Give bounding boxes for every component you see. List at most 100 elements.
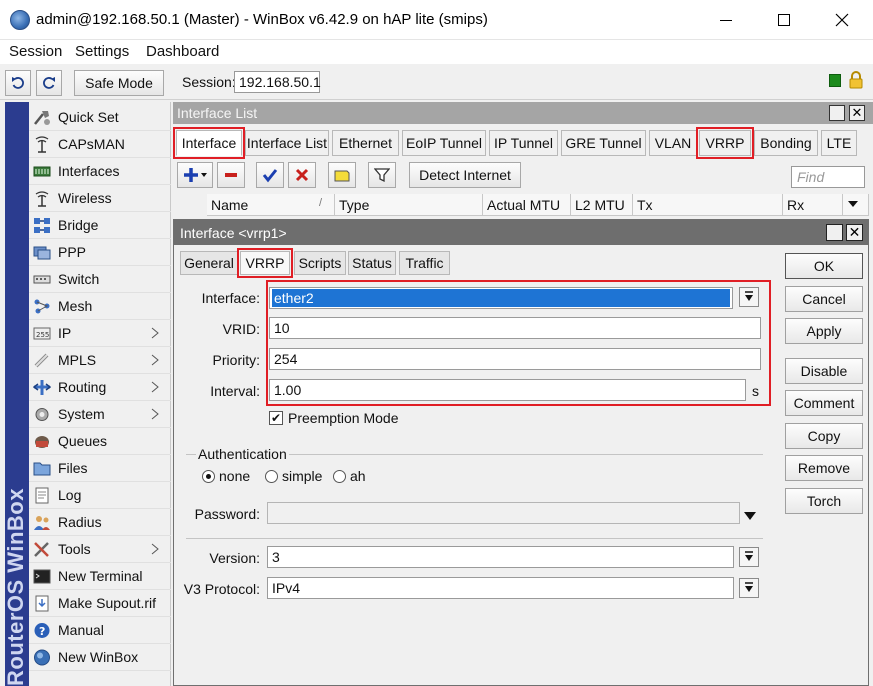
tab-eoip-tunnel[interactable]: EoIP Tunnel — [402, 130, 486, 156]
v3-protocol-select[interactable]: IPv4 — [267, 577, 734, 599]
tab-ip-tunnel[interactable]: IP Tunnel — [489, 130, 558, 156]
tab-vrrp[interactable]: VRRP — [237, 248, 293, 278]
session-field[interactable]: 192.168.50.1 — [234, 71, 321, 93]
interval-input[interactable]: 1.00 — [269, 379, 746, 401]
sidebar-item-switch[interactable]: Switch — [29, 266, 171, 293]
plus-icon — [184, 168, 207, 182]
interface-label: Interface: — [201, 290, 260, 306]
password-input[interactable] — [267, 502, 740, 524]
minus-icon — [225, 173, 237, 177]
restore-button[interactable] — [829, 105, 845, 121]
sidebar-item-mesh[interactable]: Mesh — [29, 293, 171, 320]
comment-button[interactable]: Comment — [785, 390, 863, 416]
torch-button[interactable]: Torch — [785, 488, 863, 514]
minimize-icon — [720, 19, 732, 21]
sidebar-item-wireless[interactable]: Wireless — [29, 185, 171, 212]
tab-interface[interactable]: Interface — [173, 127, 245, 159]
interface-dropdown-button[interactable] — [739, 287, 759, 307]
find-input[interactable]: Find — [791, 166, 865, 188]
auth-simple-radio[interactable] — [265, 470, 278, 483]
sidebar-item-label: System — [58, 406, 105, 422]
menu-session[interactable]: Session — [9, 43, 62, 60]
column-header-tx[interactable]: Tx — [633, 194, 783, 216]
sidebar-item-label: MPLS — [58, 352, 97, 368]
sidebar-item-log[interactable]: Log — [29, 482, 171, 509]
sidebar-item-new-terminal[interactable]: New Terminal — [29, 563, 171, 590]
undo-button[interactable] — [5, 70, 31, 96]
tab-gre-tunnel[interactable]: GRE Tunnel — [561, 130, 646, 156]
auth-none-radio[interactable] — [202, 470, 215, 483]
sidebar-item-routing[interactable]: Routing — [29, 374, 171, 401]
column-header-name[interactable]: Name / — [207, 194, 335, 216]
disable-button[interactable] — [288, 162, 316, 188]
minimize-button[interactable] — [697, 0, 755, 40]
comment-button[interactable] — [328, 162, 356, 188]
menu-settings[interactable]: Settings — [75, 43, 129, 60]
column-header-type[interactable]: Type — [335, 194, 483, 216]
tab-general[interactable]: General — [180, 251, 238, 275]
remove-button[interactable]: Remove — [785, 455, 863, 481]
tab-status[interactable]: Status — [348, 251, 396, 275]
add-button[interactable] — [177, 162, 213, 188]
sidebar-item-bridge[interactable]: Bridge — [29, 212, 171, 239]
tab-traffic[interactable]: Traffic — [399, 251, 450, 275]
apply-button[interactable]: Apply — [785, 318, 863, 344]
sidebar-item-quick-set[interactable]: Quick Set — [29, 104, 171, 131]
tab-vlan[interactable]: VLAN — [649, 130, 697, 156]
sidebar-item-make-supout[interactable]: Make Supout.rif — [29, 590, 171, 617]
auth-ah-radio[interactable] — [333, 470, 346, 483]
sidebar-item-new-winbox[interactable]: New WinBox — [29, 644, 171, 671]
close-button[interactable]: ✕ — [846, 224, 863, 241]
sidebar-item-radius[interactable]: Radius — [29, 509, 171, 536]
redo-button[interactable] — [36, 70, 62, 96]
enable-button[interactable] — [256, 162, 284, 188]
sidebar-item-capsman[interactable]: CAPsMAN — [29, 131, 171, 158]
restore-button[interactable] — [826, 224, 843, 241]
sidebar-item-tools[interactable]: Tools — [29, 536, 171, 563]
sidebar-item-files[interactable]: Files — [29, 455, 171, 482]
sidebar-item-interfaces[interactable]: Interfaces — [29, 158, 171, 185]
copy-button[interactable]: Copy — [785, 423, 863, 449]
version-select[interactable]: 3 — [267, 546, 734, 568]
tab-ethernet[interactable]: Ethernet — [332, 130, 399, 156]
column-header-rx[interactable]: Rx — [783, 194, 843, 216]
sidebar-item-manual[interactable]: ? Manual — [29, 617, 171, 644]
tab-vrrp[interactable]: VRRP — [696, 127, 754, 159]
sidebar-item-ip[interactable]: 255 IP — [29, 320, 171, 347]
password-dropdown-button[interactable] — [744, 508, 756, 520]
column-header-l2-mtu[interactable]: L2 MTU — [571, 194, 633, 216]
disable-button[interactable]: Disable — [785, 358, 863, 384]
maximize-button[interactable] — [755, 0, 813, 40]
interface-select[interactable]: ether2 — [269, 287, 733, 309]
preemption-mode-checkbox[interactable]: ✔ — [269, 411, 283, 425]
menu-dashboard[interactable]: Dashboard — [146, 43, 219, 60]
dropdown-arrow-icon — [745, 582, 753, 592]
column-header-actual-mtu[interactable]: Actual MTU — [483, 194, 571, 216]
remove-button[interactable] — [217, 162, 245, 188]
tab-lte[interactable]: LTE — [821, 130, 857, 156]
close-button[interactable]: ✕ — [849, 105, 865, 121]
columns-dropdown-button[interactable] — [843, 194, 869, 216]
filter-button[interactable] — [368, 162, 396, 188]
v3-protocol-dropdown-button[interactable] — [739, 578, 759, 598]
sidebar-item-label: New WinBox — [58, 649, 139, 665]
close-button[interactable] — [813, 0, 871, 40]
note-icon — [334, 170, 350, 182]
mpls-icon — [34, 353, 49, 368]
sidebar-item-system[interactable]: System — [29, 401, 171, 428]
ok-button[interactable]: OK — [785, 253, 863, 279]
detect-internet-button[interactable]: Detect Internet — [409, 162, 521, 188]
cancel-button[interactable]: Cancel — [785, 286, 863, 312]
sidebar-item-queues[interactable]: Queues — [29, 428, 171, 455]
sidebar-item-ppp[interactable]: PPP — [29, 239, 171, 266]
tab-interface-list[interactable]: Interface List — [245, 130, 329, 156]
version-dropdown-button[interactable] — [739, 547, 759, 567]
priority-input[interactable]: 254 — [269, 348, 761, 370]
safe-mode-button[interactable]: Safe Mode — [74, 70, 164, 96]
tab-bonding[interactable]: Bonding — [754, 130, 818, 156]
sidebar-item-mpls[interactable]: MPLS — [29, 347, 171, 374]
interval-unit: s — [752, 383, 759, 399]
vrid-input[interactable]: 10 — [269, 317, 761, 339]
tab-scripts[interactable]: Scripts — [294, 251, 346, 275]
main-toolbar: Safe Mode Session: 192.168.50.1 — [0, 64, 873, 100]
